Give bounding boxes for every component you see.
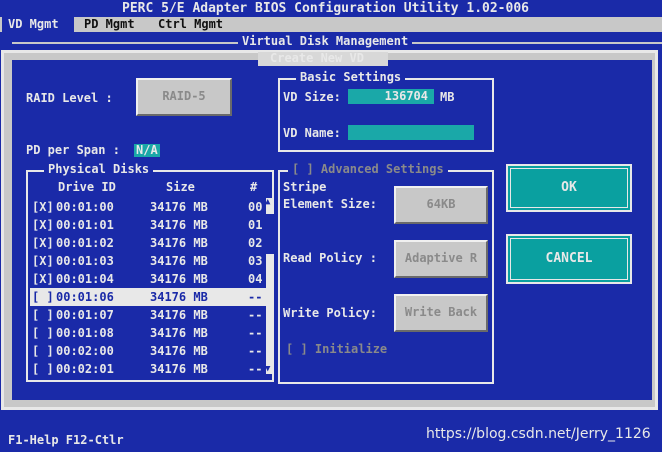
physical-disks-title: Physical Disks [44,163,154,176]
disk-row[interactable]: [ ] 00:02:01 34176 MB -- [30,360,266,378]
panel-title: Virtual Disk Management [238,35,413,48]
advanced-settings-title[interactable]: [ ] Advanced Settings [288,163,448,176]
read-policy-button[interactable]: Adaptive R [394,240,488,278]
write-policy-button[interactable]: Write Back [394,294,488,332]
disk-row[interactable]: [X] 00:01:01 34176 MB 01 [30,216,266,234]
vd-name-input[interactable] [348,125,474,140]
tab-ctrl-mgmt[interactable]: Ctrl Mgmt [158,17,223,32]
disk-row[interactable]: [X] 00:01:03 34176 MB 03 [30,252,266,270]
ok-button[interactable]: OK [506,164,632,212]
write-policy-label: Write Policy: [283,306,377,320]
col-number: # [250,180,258,194]
disk-row[interactable]: [X] 00:01:02 34176 MB 02 [30,234,266,252]
scrollbar-thumb[interactable] [266,214,274,254]
raid-level-label: RAID Level : [26,91,113,105]
stripe-label: Stripe [283,180,327,194]
help-hint: F1-Help F12-Ctlr [8,433,124,447]
disk-row[interactable]: [X] 00:01:00 34176 MB 00 [30,198,266,216]
tab-vd-mgmt[interactable]: VD Mgmt [2,17,74,32]
vd-size-input[interactable]: 136704 [348,89,434,104]
col-drive-id: Drive ID [58,180,116,194]
watermark: https://blog.csdn.net/Jerry_1126 [426,426,651,442]
cancel-button[interactable]: CANCEL [506,234,632,284]
window-title: PERC 5/E Adapter BIOS Configuration Util… [122,1,529,16]
disk-row-selected[interactable]: [ ] 00:01:06 34176 MB -- [30,288,266,306]
stripe-element-size-label: Element Size: [283,197,377,211]
title-bar: PERC 5/E Adapter BIOS Configuration Util… [0,0,662,17]
dialog-title: Create New VD [270,51,364,65]
raid-level-button[interactable]: RAID-5 [136,78,232,116]
vd-size-unit: MB [440,90,455,104]
disk-row[interactable]: [ ] 00:01:07 34176 MB -- [30,306,266,324]
vd-size-label: VD Size: [283,90,341,104]
pd-per-span-label: PD per Span : [26,143,120,157]
disk-row[interactable]: [ ] 00:01:08 34176 MB -- [30,324,266,342]
disk-list: [X] 00:01:00 34176 MB 00 [X] 00:01:01 34176 M… [30,198,266,378]
vd-name-label: VD Name: [283,126,341,140]
basic-settings-title: Basic Settings [296,71,406,84]
stripe-size-button[interactable]: 64KB [394,186,488,224]
scroll-down-icon[interactable]: ▼ [265,364,270,374]
initialize-checkbox[interactable]: [ ] Initialize [286,343,387,356]
scroll-up-icon[interactable]: ▲ [265,197,270,207]
pd-per-span-value[interactable]: N/A [134,144,160,157]
disk-row[interactable]: [X] 00:01:04 34176 MB 04 [30,270,266,288]
col-size: Size [166,180,195,194]
disk-row[interactable]: [ ] 00:02:00 34176 MB -- [30,342,266,360]
read-policy-label: Read Policy : [283,251,377,265]
tab-pd-mgmt[interactable]: PD Mgmt [84,17,135,32]
